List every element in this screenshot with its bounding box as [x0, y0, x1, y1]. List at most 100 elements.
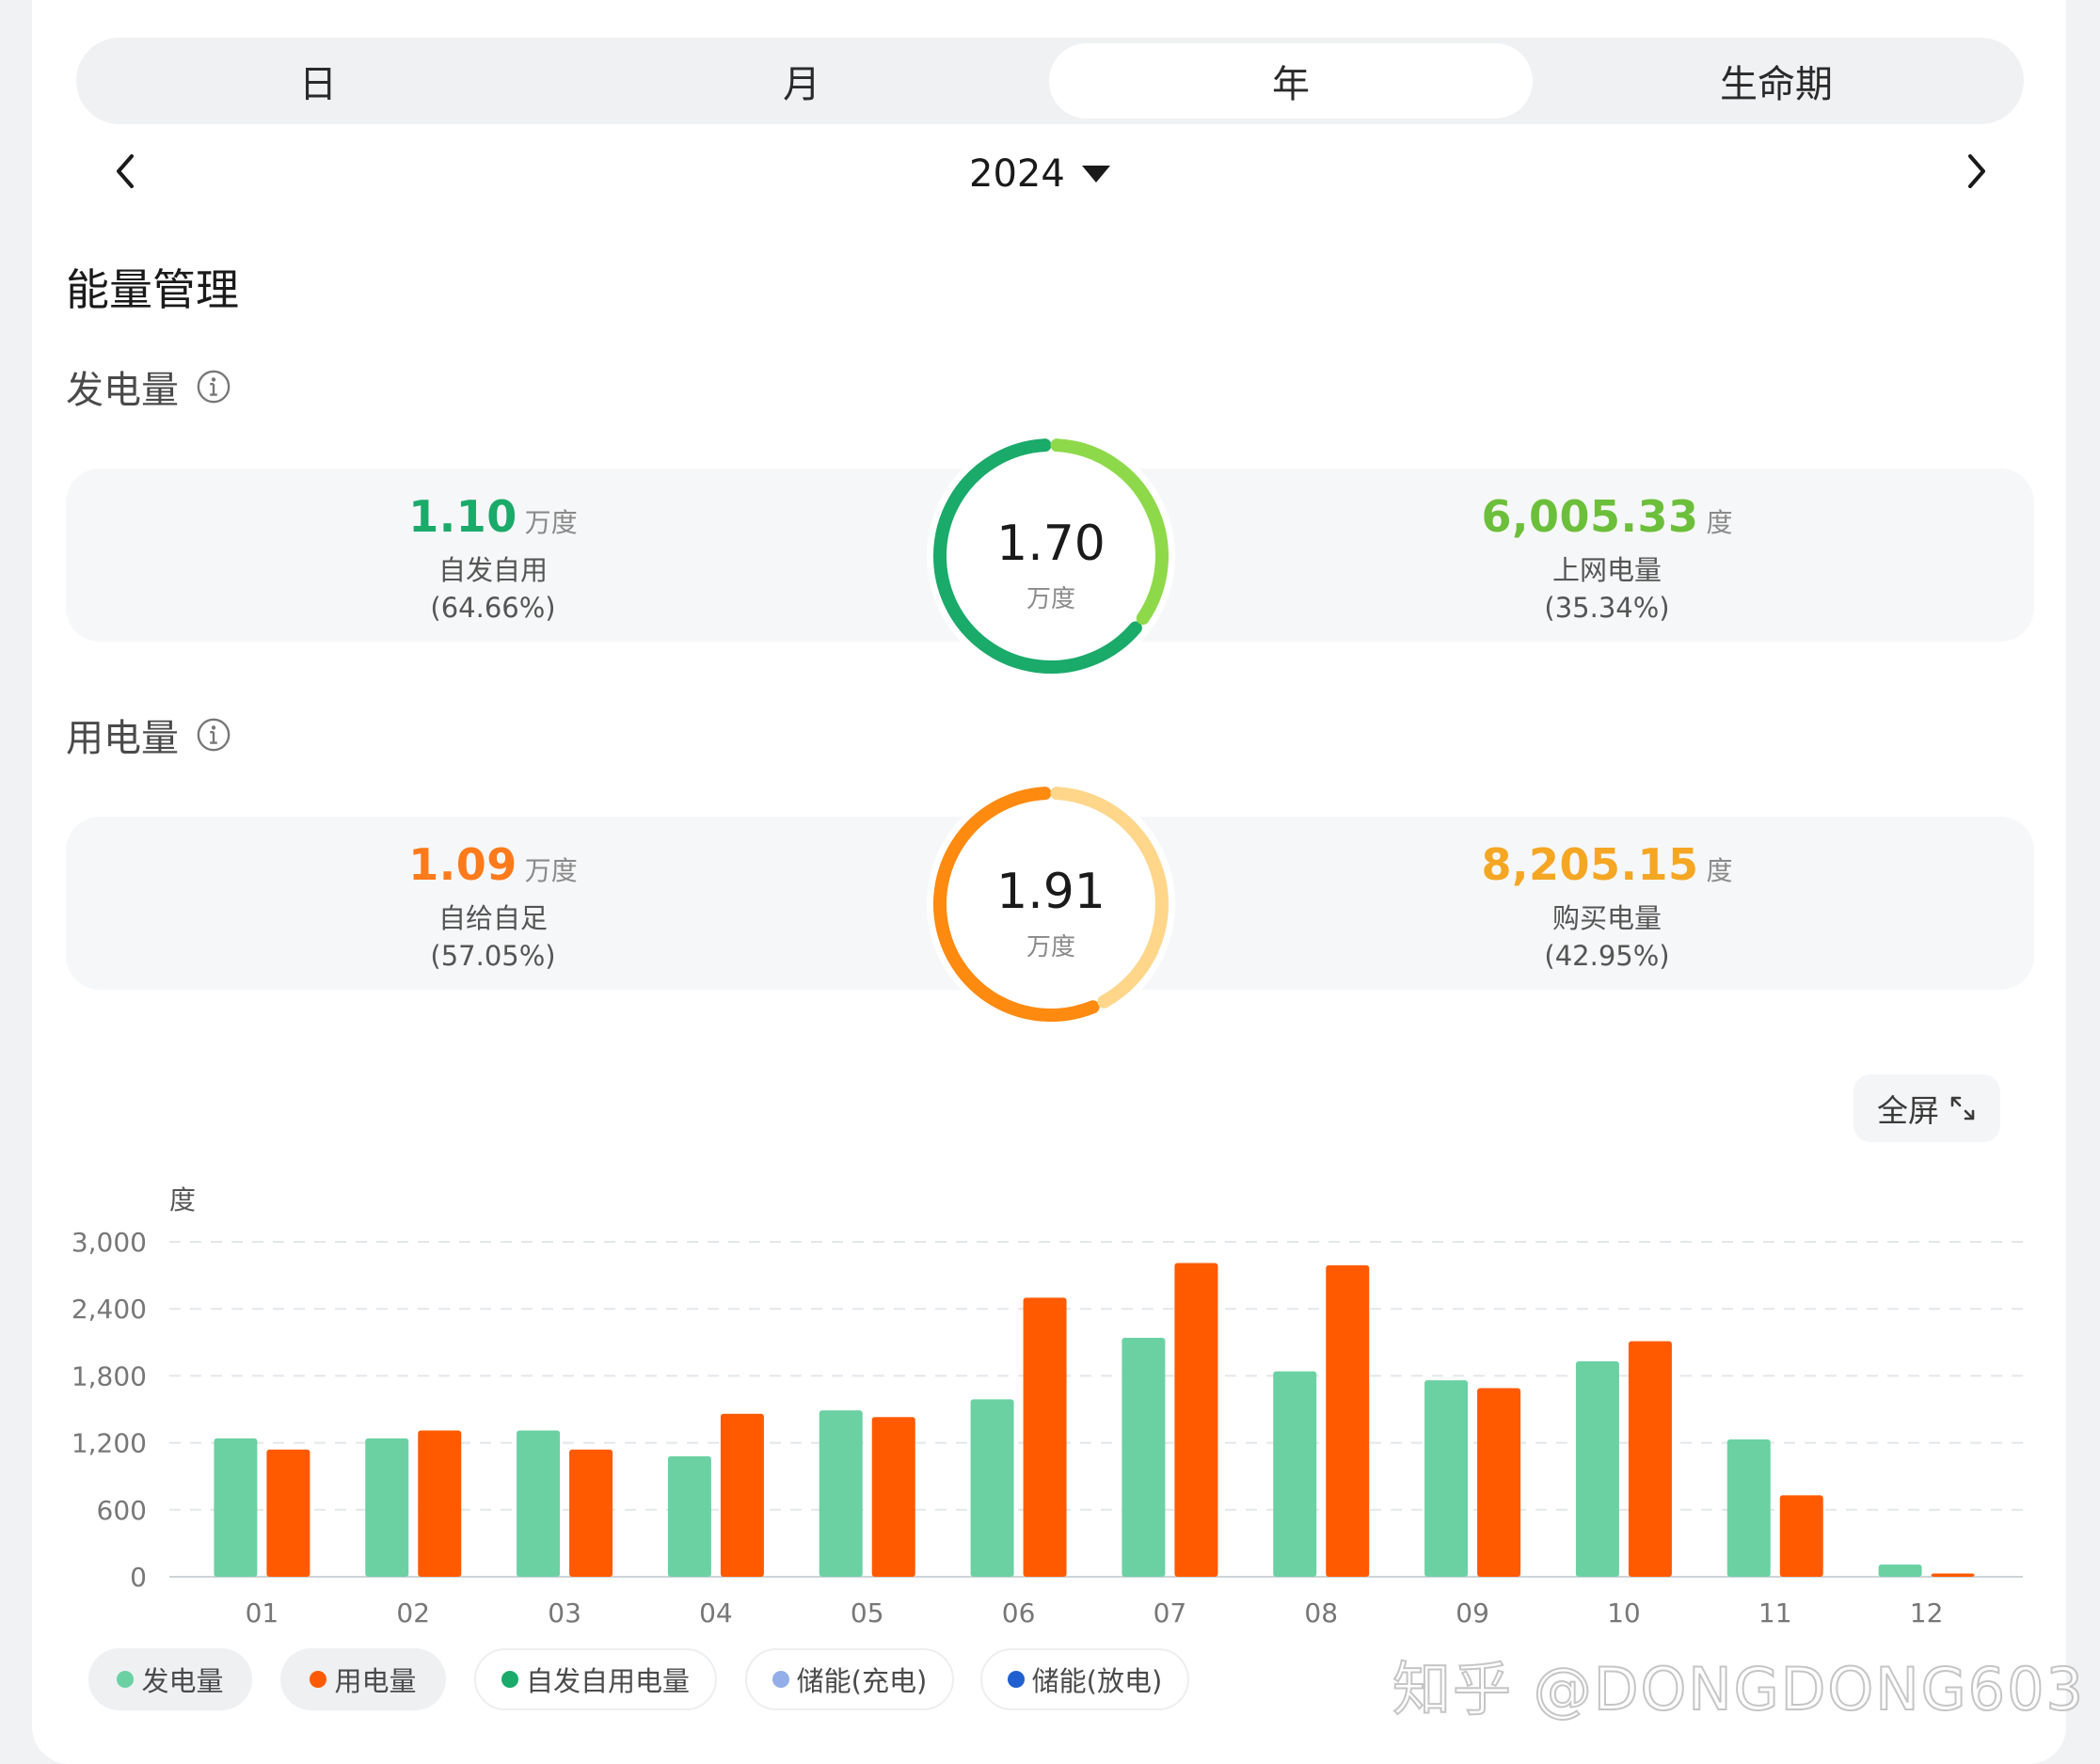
info-icon[interactable]	[196, 369, 231, 405]
consumption-heading: 用电量	[66, 707, 231, 762]
x-tick-label: 09	[1456, 1597, 1489, 1629]
legend-label: 自发自用电量	[525, 1665, 690, 1697]
bar-consumption	[1174, 1263, 1218, 1577]
x-tick-label: 08	[1304, 1597, 1338, 1629]
bar-generation	[1878, 1564, 1922, 1577]
monthly-energy-chart: 度 0 600 1,200 1,800 2,400 3,000 01 02 03 04 05 06 07 0…	[72, 1184, 2023, 1629]
self-sufficiency-stat: 1.09 万度 自给自足 (57.05%)	[211, 839, 775, 975]
bar-generation	[1575, 1360, 1619, 1577]
x-tick-label: 01	[246, 1597, 279, 1629]
bar-generation	[517, 1430, 561, 1577]
fullscreen-label: 全屏	[1877, 1092, 1939, 1129]
year-selector[interactable]: 2024	[969, 146, 1110, 202]
purchased-label: 购买电量	[1551, 902, 1662, 934]
legend-storage-discharge[interactable]: 储能(放电)	[980, 1648, 1189, 1710]
y-tick-label: 1,800	[72, 1360, 147, 1391]
x-tick-label: 10	[1607, 1597, 1641, 1629]
bar-consumption	[266, 1449, 310, 1577]
y-tick-label: 3,000	[72, 1227, 147, 1258]
consumption-total: 1.91 万度	[924, 864, 1178, 962]
legend-label: 发电量	[141, 1665, 224, 1697]
x-tick-label: 06	[1002, 1597, 1036, 1629]
generation-heading-label: 发电量	[66, 369, 179, 412]
bar-generation	[214, 1438, 258, 1577]
x-tick-label: 03	[548, 1597, 581, 1629]
purchased-unit: 度	[1706, 855, 1733, 886]
self-use-pct: (64.66%)	[430, 592, 556, 624]
bar-generation	[1122, 1338, 1166, 1577]
bar-generation	[1424, 1380, 1469, 1577]
bar-consumption	[1477, 1388, 1521, 1577]
legend-generation[interactable]: 发电量	[88, 1648, 252, 1710]
purchased-stat: 8,205.15 度 购买电量 (42.95%)	[1325, 839, 1889, 975]
self-use-value: 1.10	[408, 491, 517, 542]
bar-consumption	[1023, 1297, 1067, 1577]
grid-feed-unit: 度	[1706, 507, 1733, 538]
grid-feed-value: 6,005.33	[1481, 491, 1699, 542]
legend-dot	[772, 1671, 789, 1688]
bar-consumption	[1931, 1573, 1975, 1577]
tab-month[interactable]: 月	[560, 43, 1043, 119]
x-tick-label: 11	[1758, 1597, 1792, 1629]
consumption-total-unit: 万度	[1026, 933, 1075, 961]
bar-generation	[667, 1455, 711, 1577]
bar-consumption	[720, 1413, 764, 1577]
legend-dot	[501, 1671, 518, 1688]
tab-year[interactable]: 年	[1049, 43, 1533, 119]
x-tick-label: 07	[1153, 1597, 1187, 1629]
x-tick-label: 12	[1910, 1597, 1944, 1629]
bar-consumption	[569, 1449, 613, 1577]
fullscreen-button[interactable]: 全屏	[1853, 1074, 2000, 1142]
bar-generation	[970, 1399, 1014, 1577]
bar-consumption	[871, 1417, 915, 1577]
year-value: 2024	[969, 152, 1065, 196]
self-sufficiency-label: 自给自足	[438, 902, 548, 934]
self-sufficiency-value: 1.09	[408, 839, 517, 890]
caret-down-icon	[1081, 166, 1110, 183]
watermark: 知乎 @DONGDONG603	[1392, 1654, 2085, 1724]
self-sufficiency-unit: 万度	[524, 855, 578, 886]
generation-total: 1.70 万度	[924, 516, 1178, 614]
legend-dot	[1007, 1671, 1025, 1688]
legend-label: 储能(放电)	[1031, 1665, 1163, 1697]
legend-self-use[interactable]: 自发自用电量	[474, 1648, 717, 1710]
bar-generation	[365, 1438, 409, 1577]
consumption-heading-label: 用电量	[66, 717, 179, 760]
legend-storage-charge[interactable]: 储能(充电)	[745, 1648, 954, 1710]
consumption-total-value: 1.91	[996, 864, 1106, 920]
self-use-unit: 万度	[524, 507, 578, 538]
tab-lifetime[interactable]: 生命期	[1535, 43, 2018, 119]
y-tick-label: 0	[130, 1562, 147, 1593]
x-tick-label: 04	[699, 1597, 733, 1629]
generation-total-value: 1.70	[996, 516, 1106, 572]
generation-heading: 发电量	[66, 359, 231, 414]
self-use-stat: 1.10 万度 自发自用 (64.66%)	[211, 491, 775, 627]
expand-icon	[1950, 1096, 1975, 1120]
info-icon[interactable]	[196, 717, 231, 753]
purchased-pct: (42.95%)	[1544, 940, 1670, 972]
legend-label: 用电量	[334, 1665, 417, 1697]
bar-generation	[1726, 1439, 1771, 1577]
bar-generation	[819, 1410, 863, 1577]
legend-dot	[117, 1671, 135, 1688]
bar-consumption	[1779, 1495, 1823, 1577]
y-tick-label: 1,200	[72, 1428, 147, 1459]
y-tick-label: 2,400	[72, 1294, 147, 1325]
period-tabs: 日 月 年 生命期	[76, 38, 2024, 124]
x-tick-label: 02	[396, 1597, 430, 1629]
y-axis-unit: 度	[169, 1184, 196, 1216]
bar-consumption	[1326, 1264, 1370, 1577]
legend-dot	[310, 1671, 327, 1688]
legend-consumption[interactable]: 用电量	[280, 1648, 446, 1710]
bar-generation	[1273, 1371, 1317, 1577]
grid-feed-stat: 6,005.33 度 上网电量 (35.34%)	[1325, 491, 1889, 627]
x-tick-label: 05	[851, 1597, 884, 1629]
self-sufficiency-pct: (57.05%)	[430, 940, 556, 972]
chevron-right-icon[interactable]	[1953, 149, 1998, 194]
tab-day[interactable]: 日	[76, 43, 560, 119]
generation-total-unit: 万度	[1026, 585, 1075, 613]
chevron-left-icon[interactable]	[103, 149, 149, 194]
grid-feed-pct: (35.34%)	[1544, 592, 1670, 624]
bar-consumption	[418, 1430, 462, 1577]
bar-consumption	[1628, 1341, 1672, 1577]
